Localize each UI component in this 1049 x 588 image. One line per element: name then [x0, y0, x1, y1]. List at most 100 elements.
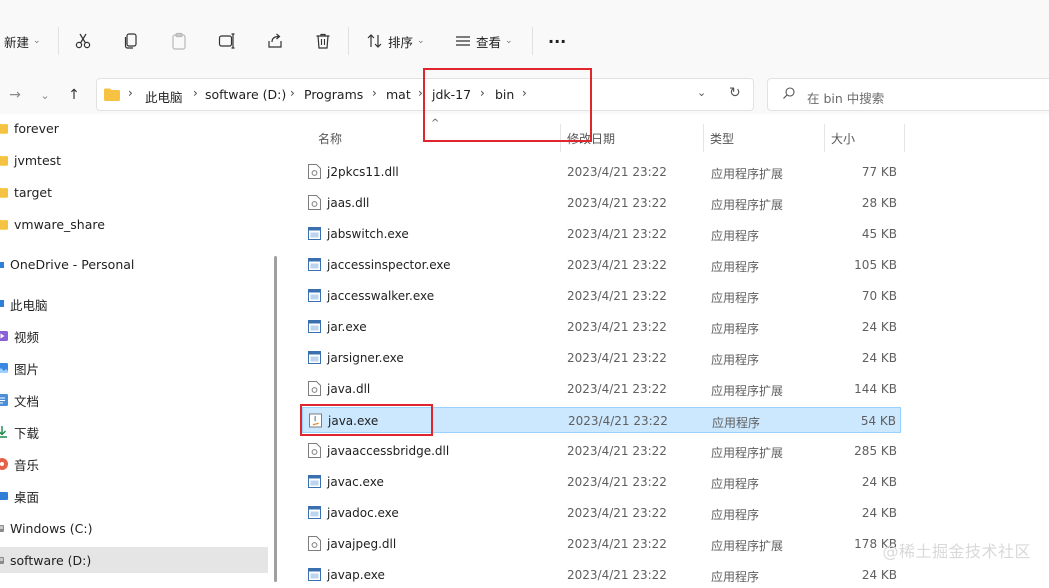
exe-icon — [308, 505, 321, 520]
sidebar-item[interactable]: 此电脑 — [0, 291, 268, 317]
sidebar-item-label: 文档 — [14, 393, 40, 409]
rename-button[interactable] — [218, 26, 236, 56]
file-row[interactable]: jaccessinspector.exe 2023/4/21 23:22 应用程序 1… — [302, 252, 901, 278]
view-button[interactable]: 查看 ⌄ — [454, 26, 513, 56]
file-row[interactable]: javajpeg.dll 2023/4/21 23:22 应用程序扩展 178 KB — [302, 531, 901, 557]
file-row[interactable]: jaccesswalker.exe 2023/4/21 23:22 应用程序 70 K… — [302, 283, 901, 309]
new-button[interactable]: 新建 ⌄ — [4, 26, 41, 56]
file-row[interactable]: j2pkcs11.dll 2023/4/21 23:22 应用程序扩展 77 KB — [302, 159, 901, 185]
file-name: j2pkcs11.dll — [327, 165, 399, 179]
folder-icon — [0, 218, 8, 230]
file-name: javajpeg.dll — [327, 537, 397, 551]
file-date: 2023/4/21 23:22 — [567, 506, 667, 520]
file-row[interactable]: javadoc.exe 2023/4/21 23:22 应用程序 24 KB — [302, 500, 901, 526]
sidebar-item[interactable]: vmware_share — [0, 211, 268, 237]
highlight-box-path — [423, 68, 592, 142]
sidebar-item[interactable]: Windows (C:) — [0, 515, 268, 541]
column-header-type[interactable]: 类型 — [710, 130, 734, 147]
copy-button[interactable] — [122, 26, 140, 56]
sidebar-item[interactable]: 文档 — [0, 387, 268, 413]
new-label: 新建 — [4, 34, 30, 50]
delete-button[interactable] — [314, 26, 332, 56]
breadcrumb-this-pc[interactable]: 此电脑 — [145, 87, 183, 106]
sidebar-item-label: 音乐 — [14, 457, 40, 473]
breadcrumb-software-d[interactable]: software (D:) — [205, 87, 286, 102]
file-date: 2023/4/21 23:22 — [567, 382, 667, 396]
file-size: 70 KB — [861, 289, 897, 303]
drive-icon — [0, 554, 4, 566]
column-header-size[interactable]: 大小 — [831, 130, 855, 147]
search-icon — [782, 86, 796, 103]
file-size: 105 KB — [854, 258, 897, 272]
sidebar-item[interactable]: jvmtest — [0, 147, 268, 173]
file-size: 144 KB — [854, 382, 897, 396]
file-size: 24 KB — [861, 351, 897, 365]
file-type: 应用程序扩展 — [711, 167, 784, 181]
exe-icon — [308, 350, 321, 365]
paste-button[interactable] — [170, 26, 188, 56]
chevron-down-icon: ⌄ — [505, 36, 513, 46]
clipboard-icon — [170, 32, 188, 50]
exe-icon — [308, 319, 321, 334]
sort-button[interactable]: 排序 ⌄ — [366, 26, 425, 56]
refresh-icon[interactable]: ↻ — [729, 85, 741, 101]
sidebar-scrollbar[interactable] — [274, 256, 277, 582]
column-divider — [703, 124, 704, 152]
forward-arrow-icon[interactable]: → — [4, 84, 26, 106]
file-date: 2023/4/21 23:22 — [567, 165, 667, 179]
file-name: java.dll — [327, 382, 371, 396]
breadcrumb-mat[interactable]: mat — [386, 87, 411, 102]
dll-icon — [308, 381, 321, 396]
file-row[interactable]: javaaccessbridge.dll 2023/4/21 23:22 应用程序扩… — [302, 438, 901, 464]
cut-button[interactable] — [74, 26, 92, 56]
file-row[interactable]: java.dll 2023/4/21 23:22 应用程序扩展 144 KB — [302, 376, 901, 402]
highlight-box-java-exe — [300, 404, 433, 436]
sidebar-item[interactable]: forever — [0, 115, 268, 141]
more-options-button[interactable]: ··· — [548, 26, 566, 56]
sidebar-item[interactable]: 视频 — [0, 323, 268, 349]
exe-icon — [308, 567, 321, 582]
share-icon — [266, 32, 284, 50]
address-history-chevron-icon[interactable]: ⌄ — [697, 86, 706, 99]
sidebar-item[interactable]: target — [0, 179, 268, 205]
breadcrumb-programs[interactable]: Programs — [304, 87, 363, 102]
sidebar-item-label: target — [14, 184, 53, 200]
file-date: 2023/4/21 23:22 — [568, 414, 668, 428]
pictures-icon — [0, 362, 8, 374]
file-name: jar.exe — [327, 320, 367, 334]
file-type: 应用程序 — [711, 291, 760, 305]
file-row[interactable]: jaas.dll 2023/4/21 23:22 应用程序扩展 28 KB — [302, 190, 901, 216]
toolbar-divider — [58, 27, 59, 55]
file-row[interactable]: jabswitch.exe 2023/4/21 23:22 应用程序 45 KB — [302, 221, 901, 247]
file-row[interactable]: jar.exe 2023/4/21 23:22 应用程序 24 KB — [302, 314, 901, 340]
sidebar-item[interactable]: 桌面 — [0, 483, 268, 509]
video-icon — [0, 330, 8, 342]
scissors-icon — [74, 32, 92, 50]
sidebar-item[interactable]: 图片 — [0, 355, 268, 381]
file-date: 2023/4/21 23:22 — [567, 258, 667, 272]
sidebar-item[interactable]: 音乐 — [0, 451, 268, 477]
file-row[interactable]: jarsigner.exe 2023/4/21 23:22 应用程序 24 KB — [302, 345, 901, 371]
file-size: 24 KB — [861, 320, 897, 334]
file-name: javac.exe — [327, 475, 384, 489]
sidebar-item[interactable]: 下载 — [0, 419, 268, 445]
share-button[interactable] — [266, 26, 284, 56]
file-row[interactable]: javac.exe 2023/4/21 23:22 应用程序 24 KB — [302, 469, 901, 495]
file-size: 285 KB — [854, 444, 897, 458]
sidebar-item[interactable]: software (D:) — [0, 547, 268, 573]
folder-icon — [0, 154, 8, 166]
view-list-icon — [454, 32, 472, 50]
sidebar-item[interactable]: OneDrive - Personal — [0, 251, 268, 277]
sidebar-item-label: vmware_share — [14, 216, 105, 232]
file-row[interactable]: javap.exe 2023/4/21 23:22 应用程序 24 KB — [302, 562, 901, 588]
sidebar-item-label: forever — [14, 120, 59, 136]
file-type: 应用程序扩展 — [711, 384, 784, 398]
recent-locations-chevron-icon[interactable]: ⌄ — [34, 84, 56, 106]
file-date: 2023/4/21 23:22 — [567, 444, 667, 458]
file-type: 应用程序 — [711, 570, 760, 584]
rename-icon — [218, 32, 236, 50]
column-header-name[interactable]: 名称 — [318, 130, 342, 147]
column-divider — [904, 124, 905, 152]
breadcrumb-chevron-icon: › — [193, 86, 198, 100]
up-arrow-icon[interactable]: ↑ — [63, 84, 85, 106]
